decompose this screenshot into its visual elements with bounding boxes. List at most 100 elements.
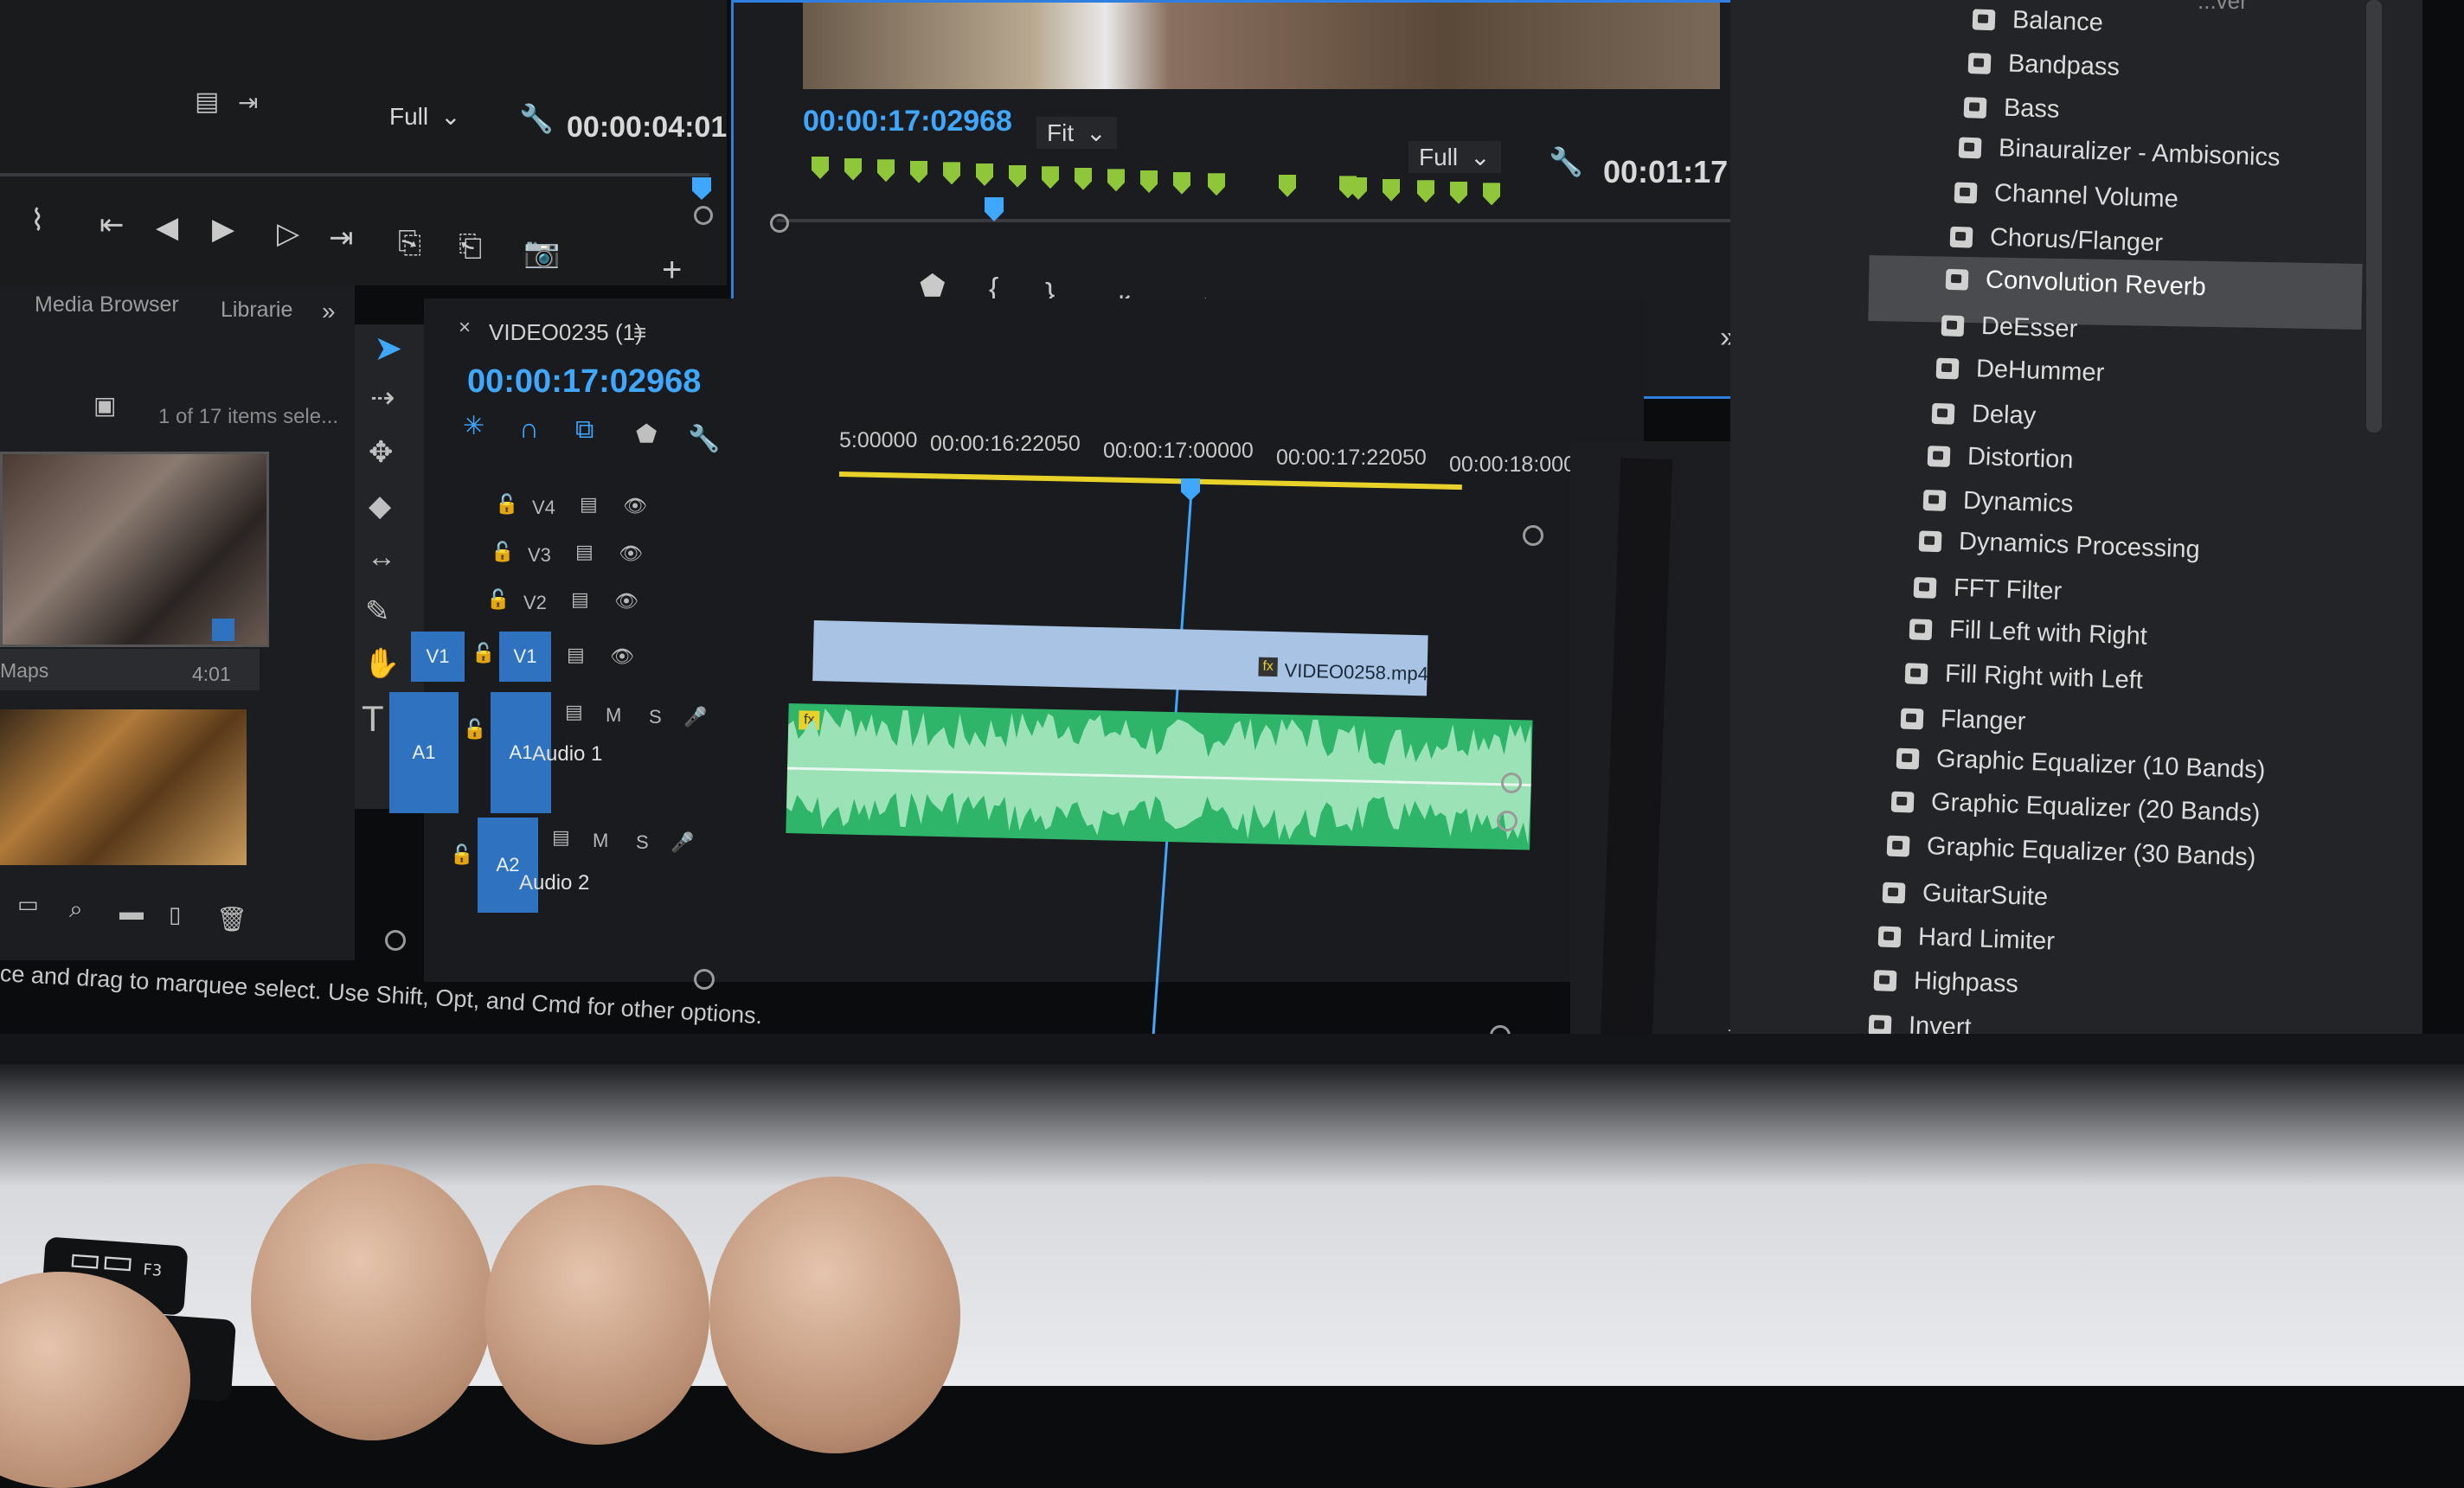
lock-icon[interactable]: 🔓 — [472, 642, 495, 664]
clip-marker[interactable] — [1075, 167, 1092, 190]
effect-item[interactable]: FFT Filter — [1914, 573, 2063, 606]
hand-tool-icon[interactable]: ✋ — [363, 646, 400, 681]
nest-icon[interactable]: ✳ — [463, 411, 484, 441]
clip-marker[interactable] — [1140, 170, 1158, 193]
clip-marker[interactable] — [1042, 166, 1059, 189]
selection-tool-icon[interactable]: ➤ — [374, 329, 403, 369]
lock-icon[interactable]: 🔓 — [486, 588, 510, 611]
wrench-icon[interactable]: 🔧 — [519, 102, 554, 135]
clip-marker[interactable] — [1450, 181, 1467, 204]
lock-icon[interactable]: 🔓 — [495, 493, 518, 516]
effect-item[interactable]: Binauralizer - Ambisonics — [1959, 132, 2281, 172]
step-back-button[interactable]: ◀ — [156, 210, 178, 245]
effect-item[interactable]: Dynamics — [1922, 484, 2074, 518]
clip-marker[interactable] — [1350, 177, 1367, 200]
track-v1-label[interactable]: V1 — [499, 632, 551, 682]
tab-libraries[interactable]: Librarie — [221, 298, 292, 323]
eye-icon[interactable]: 👁 — [610, 645, 634, 668]
play-button[interactable]: ▶ — [212, 212, 234, 247]
mark-out-button[interactable]: ⌇ — [30, 203, 45, 238]
add-button[interactable]: + — [662, 251, 682, 290]
clip-marker[interactable] — [1383, 178, 1400, 202]
solo-button[interactable]: S — [649, 706, 662, 728]
pen-tool-icon[interactable]: ✎ — [365, 594, 390, 629]
solo-button[interactable]: S — [636, 831, 649, 854]
source-zoom-select[interactable]: Full ⌄ — [389, 102, 461, 131]
lock-icon[interactable]: 🔓 — [450, 843, 473, 866]
clip-marker[interactable] — [1483, 183, 1500, 206]
effect-item[interactable]: Highpass — [1873, 965, 2018, 999]
sync-lock-icon[interactable]: ▤ — [565, 701, 583, 723]
effect-item[interactable]: Channel Volume — [1954, 177, 2179, 214]
folder-up-icon[interactable]: ▣ — [93, 391, 116, 420]
sync-lock-icon[interactable]: ▤ — [567, 644, 585, 666]
trash-icon[interactable]: 🗑 — [216, 905, 247, 933]
list-view-icon[interactable]: ▭ — [17, 891, 39, 918]
audio-clip-a1[interactable]: fx — [786, 703, 1533, 850]
effect-item[interactable]: GuitarSuite — [1882, 878, 2049, 913]
sync-lock-icon[interactable]: ▤ — [580, 493, 598, 516]
mute-button[interactable]: M — [593, 830, 608, 852]
eye-icon[interactable]: 👁 — [619, 542, 643, 565]
clip-marker[interactable] — [1173, 171, 1190, 195]
effect-item[interactable]: Chorus/Flanger — [1949, 221, 2163, 258]
effect-item[interactable]: Fill Left with Right — [1909, 614, 2148, 651]
effect-item[interactable]: Balance — [1972, 4, 2103, 37]
add-marker-icon[interactable]: ⬟ — [636, 420, 657, 448]
mute-button[interactable]: M — [606, 704, 621, 727]
insert-button[interactable]: ⎘ — [398, 227, 421, 260]
ripple-edit-tool-icon[interactable]: ✥ — [369, 435, 394, 470]
clip-marker[interactable] — [976, 164, 993, 186]
source-playhead[interactable] — [692, 177, 711, 200]
lock-icon[interactable]: 🔓 — [463, 718, 486, 741]
menu-icon[interactable]: ≡ — [633, 319, 646, 346]
new-item-icon[interactable]: ▯ — [169, 901, 181, 928]
effect-item[interactable]: Flanger — [1900, 703, 2026, 736]
step-forward-button[interactable]: ▷ — [277, 216, 299, 251]
effect-item[interactable]: Bass — [1963, 93, 2060, 125]
clip-marker[interactable] — [1279, 174, 1296, 197]
header-scroll-right[interactable] — [694, 969, 715, 990]
program-scrub-bar[interactable] — [777, 219, 1806, 222]
type-tool-icon[interactable]: T — [362, 698, 384, 740]
clip-marker[interactable] — [1009, 164, 1026, 188]
razor-tool-icon[interactable]: ◆ — [369, 489, 391, 523]
effect-item[interactable]: Fill Right with Left — [1904, 658, 2143, 696]
effect-item[interactable]: Bandpass — [1967, 48, 2120, 81]
wrench-icon[interactable]: 🔧 — [1549, 145, 1583, 178]
settings-small-icon[interactable]: ⇥ — [238, 88, 258, 117]
microphone-icon[interactable]: 🎤 — [683, 706, 707, 728]
clip-marker[interactable] — [1417, 180, 1434, 203]
program-fit-select[interactable]: Fit ⌄ — [1036, 117, 1117, 149]
effect-item[interactable]: Graphic Equalizer (20 Bands) — [1891, 787, 2261, 829]
overwrite-button[interactable]: ⎗ — [459, 230, 482, 264]
source-scrub-bar[interactable] — [0, 173, 709, 176]
clip-marker[interactable] — [943, 162, 960, 185]
effect-item[interactable]: Delay — [1931, 398, 2037, 430]
effect-item[interactable]: Graphic Equalizer (30 Bands) — [1886, 831, 2256, 872]
clip-marker[interactable] — [877, 159, 895, 183]
linked-selection-icon[interactable]: ⧉ — [575, 415, 594, 445]
search-icon[interactable]: ⌕ — [69, 895, 83, 924]
sync-lock-icon[interactable]: ▤ — [575, 541, 594, 563]
effect-item[interactable]: Graphic Equalizer (10 Bands) — [1896, 743, 2265, 785]
folder-icon[interactable]: ▬ — [119, 898, 144, 926]
camera-icon[interactable]: 📷 — [523, 235, 560, 270]
program-scrub-start[interactable] — [770, 214, 789, 233]
sync-lock-icon[interactable]: ▤ — [552, 826, 570, 849]
source-patch-a1[interactable]: A1 — [389, 692, 459, 813]
effect-item[interactable]: DeEsser — [1941, 311, 2077, 343]
clip-thumbnail-2[interactable] — [0, 709, 247, 865]
header-scroll-left[interactable] — [385, 930, 406, 951]
effect-item[interactable]: Dynamics Processing — [1918, 526, 2200, 564]
program-playhead[interactable] — [985, 197, 1004, 221]
track-a2-label[interactable]: A2 — [478, 818, 538, 913]
clip-marker[interactable] — [1208, 173, 1225, 196]
source-scrub-handle[interactable] — [694, 206, 713, 225]
effect-item[interactable]: DeHummer — [1936, 354, 2105, 388]
effect-item[interactable]: Hard Limiter — [1877, 921, 2055, 956]
lock-icon[interactable]: 🔓 — [491, 541, 514, 563]
clip-marker[interactable] — [844, 157, 862, 181]
export-frame-icon[interactable]: ▤ — [195, 87, 219, 117]
video-clip[interactable]: fx VIDEO0258.mp4 — [812, 620, 1428, 696]
